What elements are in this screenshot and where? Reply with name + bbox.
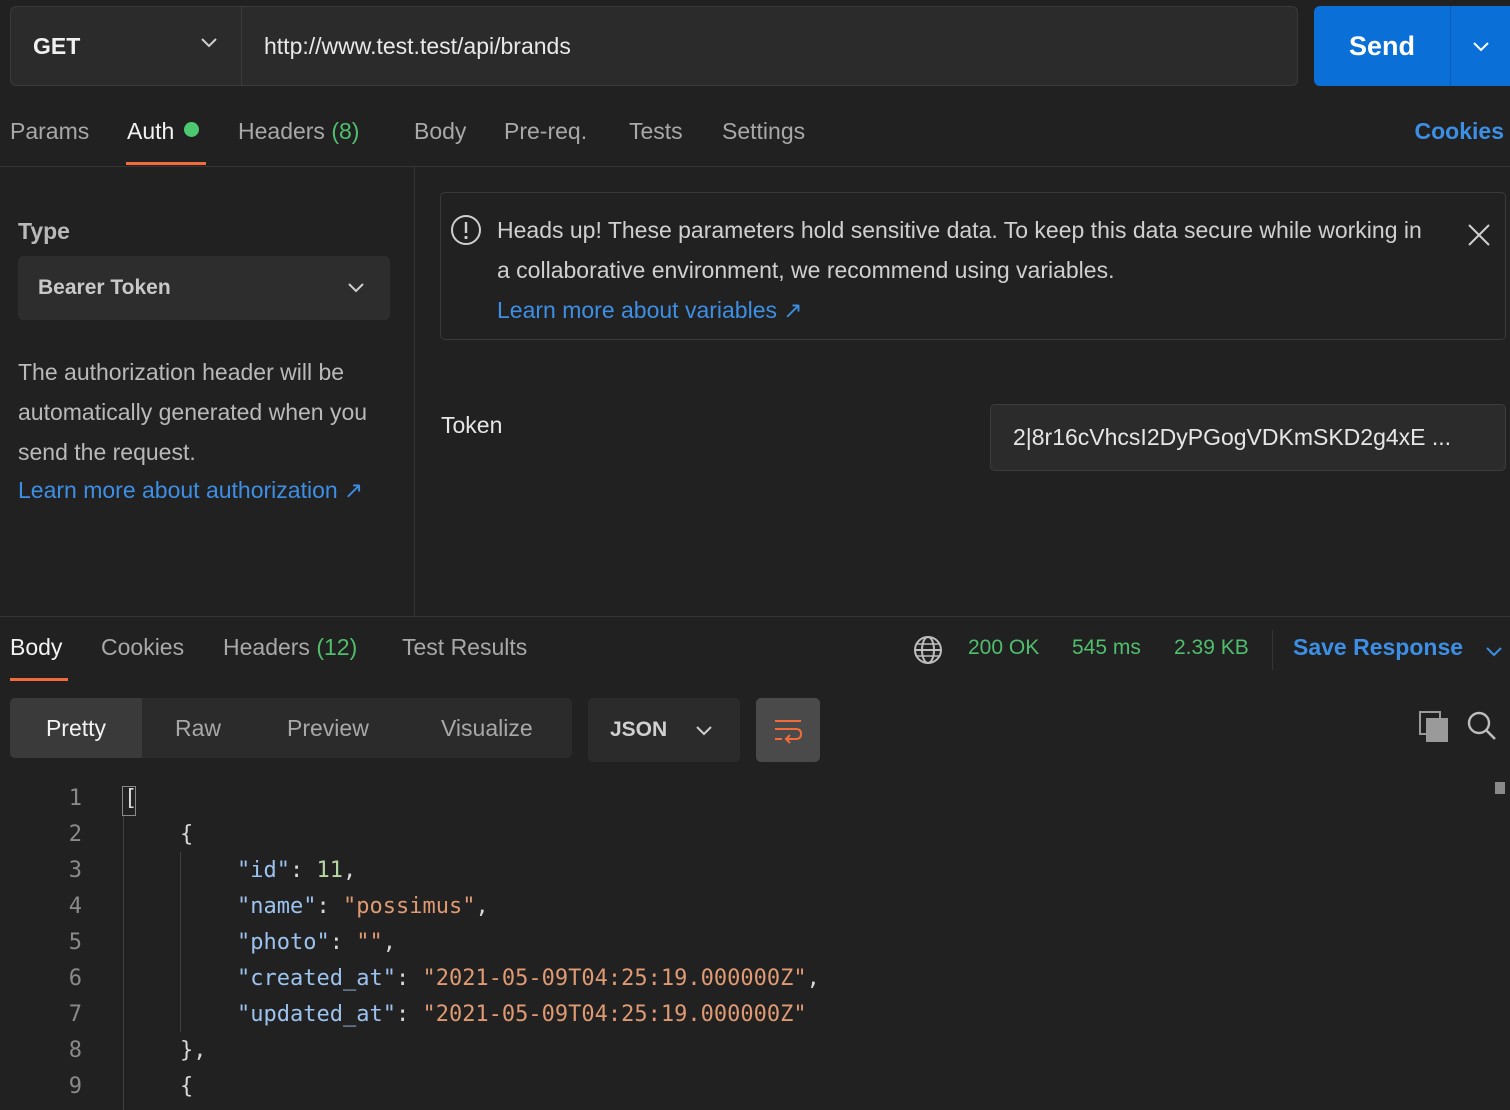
status-divider [1272,630,1273,670]
json-string: "" [356,930,383,955]
format-select[interactable]: JSON [588,698,740,762]
url-input[interactable]: http://www.test.test/api/brands [241,6,1298,86]
learn-more-authorization-link[interactable]: Learn more about authorization ↗ [18,472,408,508]
line-number: 1 [68,786,82,811]
code-line-6: "created_at": "2021-05-09T04:25:19.00000… [237,966,820,991]
json-string: "possimus" [342,894,476,919]
wrap-lines-icon [775,720,803,744]
tab-auth[interactable]: Auth [127,118,200,145]
json-number: 11 [316,858,343,883]
cookies-link[interactable]: Cookies [1415,118,1504,145]
format-value: JSON [610,718,668,741]
tab-settings[interactable]: Settings [722,118,805,145]
token-value: 2|8r16cVhcsI2DyPGogVDKmSKD2g4xE ... [1013,424,1452,450]
auth-type-label: Type [18,218,70,244]
auth-description: The authorization header will be automat… [18,352,408,508]
close-icon[interactable] [1466,222,1492,248]
globe-icon[interactable] [912,634,944,666]
chevron-down-icon [1472,42,1489,52]
json-key: "id" [237,858,290,883]
auth-type-value: Bearer Token [38,276,171,299]
line-number: 8 [68,1038,82,1063]
method-select[interactable]: GET [10,6,242,86]
response-tab-body[interactable]: Body [10,634,62,661]
line-number: 7 [68,1002,82,1027]
auth-active-dot [184,122,200,137]
tab-headers-count: (8) [331,118,360,144]
token-label: Token [441,412,503,438]
response-size[interactable]: 2.39 KB [1174,636,1249,660]
response-time[interactable]: 545 ms [1072,636,1141,660]
response-tab-headers[interactable]: Headers (12) [223,634,357,661]
code-token: [ [124,786,138,811]
json-string: "2021-05-09T04:25:19.000000Z" [422,1002,807,1027]
response-divider [0,616,1510,617]
tab-prereq[interactable]: Pre-req. [504,118,587,145]
line-number: 5 [68,930,82,955]
code-line-7: "updated_at": "2021-05-09T04:25:19.00000… [237,1002,807,1027]
response-tab-headers-label: Headers [223,634,310,660]
view-pretty-button[interactable]: Pretty [10,698,142,758]
chevron-down-icon [696,726,712,736]
line-number: 6 [68,966,82,991]
tab-params[interactable]: Params [10,118,89,145]
code-token: { [180,1074,194,1099]
code-line-9: { [180,1074,193,1099]
editor-scrollbar[interactable] [1495,782,1505,794]
chevron-down-icon [348,283,364,293]
auth-panel-divider [414,167,415,617]
send-button[interactable]: Send [1314,6,1450,86]
auth-type-select[interactable]: Bearer Token [18,256,390,320]
json-key: "updated_at" [237,1002,396,1027]
indent-guide [180,852,181,1032]
tab-auth-underline [126,162,206,165]
warning-text: Heads up! These parameters hold sensitiv… [497,217,1422,283]
search-icon[interactable] [1466,710,1498,742]
line-number: 4 [68,894,82,919]
alert-circle-icon [451,215,481,245]
method-label: GET [33,32,81,59]
indent-guide [123,816,124,1110]
line-number: 3 [68,858,82,883]
token-input[interactable]: 2|8r16cVhcsI2DyPGogVDKmSKD2g4xE ... [990,404,1506,471]
tab-body[interactable]: Body [414,118,466,145]
view-preview-button[interactable]: Preview [287,698,369,758]
chevron-down-icon[interactable] [1484,644,1504,658]
send-dropdown-button[interactable] [1450,6,1510,86]
code-line-4: "name": "possimus", [237,894,489,919]
code-line-8: }, [180,1038,207,1063]
code-line-2: { [180,822,193,847]
code-line-5: "photo": "", [237,930,396,955]
response-tab-body-underline [10,678,68,681]
json-key: "created_at" [237,966,396,991]
view-visualize-button[interactable]: Visualize [441,698,533,758]
url-text: http://www.test.test/api/brands [264,32,571,59]
wrap-lines-button[interactable] [756,698,820,762]
request-tabs-divider [0,166,1510,167]
tab-tests[interactable]: Tests [629,118,683,145]
tab-headers[interactable]: Headers (8) [238,118,359,145]
line-number: 9 [68,1074,82,1099]
copy-icon[interactable] [1418,710,1450,744]
auth-description-text: The authorization header will be automat… [18,359,368,465]
chevron-down-icon [201,38,217,48]
save-response-button[interactable]: Save Response [1293,634,1463,661]
response-tab-headers-count: (12) [316,634,358,660]
code-token: { [180,822,194,847]
view-raw-button[interactable]: Raw [175,698,221,758]
line-number: 2 [68,822,82,847]
code-line-3: "id": 11, [237,858,357,883]
json-key: "photo" [237,930,330,955]
tab-headers-label: Headers [238,118,325,144]
code-token: }, [180,1038,207,1063]
json-string: "2021-05-09T04:25:19.000000Z" [422,966,807,991]
response-tab-cookies[interactable]: Cookies [101,634,184,661]
response-tab-test-results[interactable]: Test Results [402,634,527,661]
code-line-1: [ [124,786,137,811]
json-key: "name" [237,894,317,919]
learn-more-variables-link[interactable]: Learn more about variables ↗ [497,290,803,330]
response-status[interactable]: 200 OK [968,636,1039,660]
tab-auth-label: Auth [127,118,175,144]
